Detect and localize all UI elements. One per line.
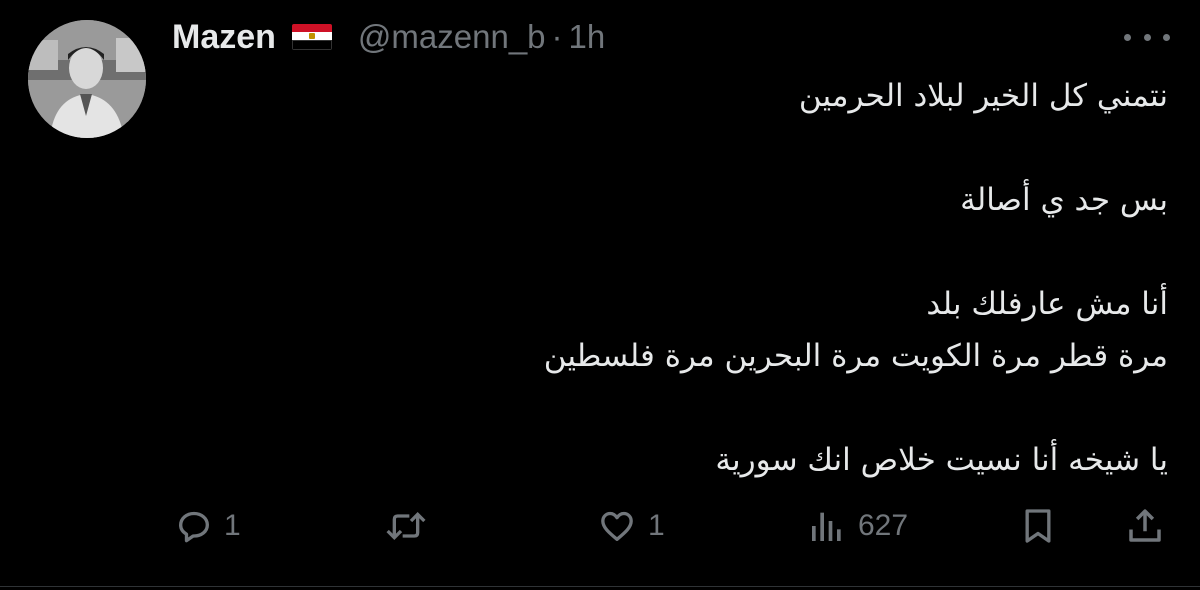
timestamp[interactable]: 1h [569,18,606,56]
more-options-icon[interactable] [1124,22,1170,52]
tweet-line [268,226,1168,278]
analytics-icon [812,512,841,541]
like-button[interactable]: 1 [596,504,665,548]
like-count: 1 [648,509,665,542]
tweet-line: مرة قطر مرة الكويت مرة البحرين مرة فلسطي… [543,338,1168,374]
views-button[interactable]: 627 [806,504,908,548]
share-button[interactable] [1124,504,1166,548]
tweet-line: يا شيخه أنا نسيت خلاص انك سورية [715,442,1168,478]
tweet-line: بس جد ي أصالة [960,182,1168,218]
separator-dot: · [551,18,563,55]
heart-icon [601,511,633,541]
reply-button[interactable]: 1 [174,504,241,548]
tweet-line: أنا مش عارفلك بلد [926,286,1168,322]
author-name[interactable]: Mazen [172,18,276,57]
bookmark-icon [1025,509,1051,543]
bookmark-button[interactable] [1018,504,1058,548]
avatar[interactable] [28,20,146,138]
author-handle[interactable]: @mazenn_b [358,18,546,56]
share-icon [1129,509,1161,542]
tweet-line: نتمني كل الخير لبلاد الحرمين [798,78,1168,114]
divider [0,586,1200,587]
reply-icon [179,511,209,543]
tweet-line [268,382,1168,434]
retweet-icon [386,511,426,541]
tweet-text: نتمني كل الخير لبلاد الحرمين بس جد ي أصا… [268,70,1168,486]
tweet-header: Mazen @mazenn_b · 1h [172,14,605,60]
avatar-photo [28,20,146,138]
reply-count: 1 [224,509,241,542]
retweet-button[interactable] [384,504,438,548]
tweet-line [268,122,1168,174]
views-count: 627 [858,509,909,542]
egypt-flag-icon [291,24,332,50]
